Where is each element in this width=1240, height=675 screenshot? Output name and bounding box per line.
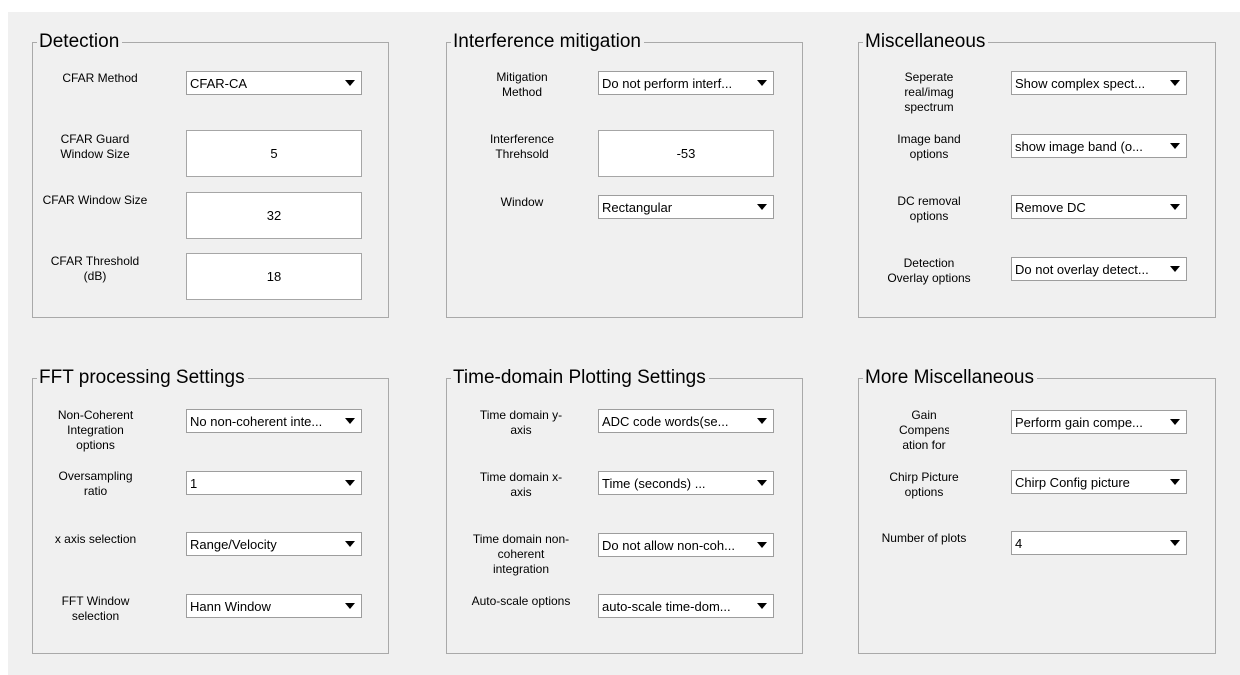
chirp-picture-value: Chirp Config picture	[1015, 475, 1130, 490]
misc-title: Miscellaneous	[863, 30, 989, 54]
chevron-down-icon[interactable]	[1165, 197, 1185, 217]
dc-removal-dropdown[interactable]: Remove DC	[1011, 195, 1187, 219]
fft-window-dropdown[interactable]: Hann Window	[186, 594, 362, 618]
chevron-down-icon[interactable]	[1165, 73, 1185, 93]
dc-removal-value: Remove DC	[1015, 200, 1086, 215]
mitigation-method-label: Mitigation Method	[496, 70, 548, 99]
chevron-down-icon[interactable]	[752, 535, 772, 555]
dc-removal-label: DC removal options	[897, 194, 961, 223]
chevron-down-icon[interactable]	[340, 596, 360, 616]
chevron-down-icon[interactable]	[752, 473, 772, 493]
td-xaxis-label: Time domain x-axis	[479, 470, 563, 499]
td-yaxis-dropdown[interactable]: ADC code words(se...	[598, 409, 774, 433]
cfar-threshold-label: CFAR Threshold (dB)	[50, 254, 140, 283]
window-dropdown[interactable]: Rectangular	[598, 195, 774, 219]
gain-compensation-dropdown[interactable]: Perform gain compe...	[1011, 410, 1187, 434]
image-band-dropdown[interactable]: show image band (o...	[1011, 134, 1187, 158]
td-noncoherent-dropdown[interactable]: Do not allow non-coh...	[598, 533, 774, 557]
detection-panel: Detection CFAR Method CFAR-CA CFAR Guard…	[32, 30, 389, 318]
chevron-down-icon[interactable]	[1165, 412, 1185, 432]
interference-threshold-input[interactable]: -53	[598, 130, 774, 177]
timedomain-panel: Time-domain Plotting Settings Time domai…	[446, 366, 803, 654]
moremisc-panel: More Miscellaneous Gain Compens ation fo…	[858, 366, 1216, 654]
td-xaxis-value: Time (seconds) ...	[602, 476, 706, 491]
moremisc-title: More Miscellaneous	[863, 366, 1037, 390]
xaxis-selection-label: x axis selection	[54, 532, 137, 546]
image-band-label: Image band options	[897, 132, 961, 161]
chirp-picture-dropdown[interactable]: Chirp Config picture	[1011, 470, 1187, 494]
cfar-window-input[interactable]: 32	[186, 192, 362, 239]
chirp-picture-label: Chirp Picture options	[889, 470, 959, 499]
fft-title: FFT processing Settings	[37, 366, 248, 390]
chevron-down-icon[interactable]	[752, 197, 772, 217]
seperate-spectrum-dropdown[interactable]: Show complex spect...	[1011, 71, 1187, 95]
cfar-threshold-input[interactable]: 18	[186, 253, 362, 300]
misc-panel: Miscellaneous Seperate real/imag spectru…	[858, 30, 1216, 318]
window-label: Window	[500, 195, 544, 209]
autoscale-label: Auto-scale options	[471, 594, 571, 608]
chevron-down-icon[interactable]	[752, 596, 772, 616]
td-noncoherent-label: Time domain non-coherent integration	[472, 532, 570, 576]
noncoherent-value: No non-coherent inte...	[190, 414, 323, 429]
chevron-down-icon[interactable]	[1165, 259, 1185, 279]
fft-window-value: Hann Window	[190, 599, 271, 614]
chevron-down-icon[interactable]	[340, 411, 360, 431]
noncoherent-label: Non-Coherent Integration options	[57, 408, 134, 452]
chevron-down-icon[interactable]	[1165, 533, 1185, 553]
interference-threshold-label: Interference Threhsold	[489, 132, 555, 161]
interference-panel: Interference mitigation Mitigation Metho…	[446, 30, 803, 318]
detection-title: Detection	[37, 30, 123, 54]
window-value: Rectangular	[602, 200, 673, 215]
number-of-plots-dropdown[interactable]: 4	[1011, 531, 1187, 555]
detection-overlay-label: Detection Overlay options	[887, 256, 971, 285]
td-noncoherent-value: Do not allow non-coh...	[602, 538, 735, 553]
td-xaxis-dropdown[interactable]: Time (seconds) ...	[598, 471, 774, 495]
detection-overlay-value: Do not overlay detect...	[1015, 262, 1149, 277]
cfar-method-dropdown[interactable]: CFAR-CA	[186, 71, 362, 95]
mitigation-method-value: Do not perform interf...	[602, 76, 733, 91]
xaxis-selection-dropdown[interactable]: Range/Velocity	[186, 532, 362, 556]
chevron-down-icon[interactable]	[1165, 136, 1185, 156]
fft-panel: FFT processing Settings Non-Coherent Int…	[32, 366, 389, 654]
chevron-down-icon[interactable]	[340, 473, 360, 493]
cfar-window-label: CFAR Window Size	[42, 193, 148, 207]
td-yaxis-value: ADC code words(se...	[602, 414, 729, 429]
fft-window-label: FFT Window selection	[61, 594, 130, 623]
cfar-guard-label: CFAR Guard Window Size	[60, 132, 130, 161]
number-of-plots-label: Number of plots	[881, 531, 967, 545]
number-of-plots-value: 4	[1015, 536, 1023, 551]
gain-compensation-label: Gain Compens ation for	[899, 408, 949, 452]
oversampling-value: 1	[190, 476, 198, 491]
interference-title: Interference mitigation	[451, 30, 644, 54]
autoscale-dropdown[interactable]: auto-scale time-dom...	[598, 594, 774, 618]
td-yaxis-label: Time domain y-axis	[479, 408, 563, 437]
detection-overlay-dropdown[interactable]: Do not overlay detect...	[1011, 257, 1187, 281]
oversampling-label: Oversampling ratio	[58, 469, 133, 498]
cfar-guard-input[interactable]: 5	[186, 130, 362, 177]
chevron-down-icon[interactable]	[752, 73, 772, 93]
cfar-method-label: CFAR Method	[62, 71, 138, 85]
gain-compensation-value: Perform gain compe...	[1015, 415, 1143, 430]
image-band-value: show image band (o...	[1015, 139, 1143, 154]
chevron-down-icon[interactable]	[340, 73, 360, 93]
noncoherent-dropdown[interactable]: No non-coherent inte...	[186, 409, 362, 433]
chevron-down-icon[interactable]	[752, 411, 772, 431]
seperate-spectrum-value: Show complex spect...	[1015, 76, 1146, 91]
seperate-spectrum-label: Seperate real/imag spectrum	[904, 70, 954, 114]
chevron-down-icon[interactable]	[340, 534, 360, 554]
oversampling-dropdown[interactable]: 1	[186, 471, 362, 495]
autoscale-value: auto-scale time-dom...	[602, 599, 731, 614]
cfar-method-value: CFAR-CA	[190, 76, 248, 91]
xaxis-selection-value: Range/Velocity	[190, 537, 277, 552]
chevron-down-icon[interactable]	[1165, 472, 1185, 492]
timedomain-title: Time-domain Plotting Settings	[451, 366, 709, 390]
mitigation-method-dropdown[interactable]: Do not perform interf...	[598, 71, 774, 95]
